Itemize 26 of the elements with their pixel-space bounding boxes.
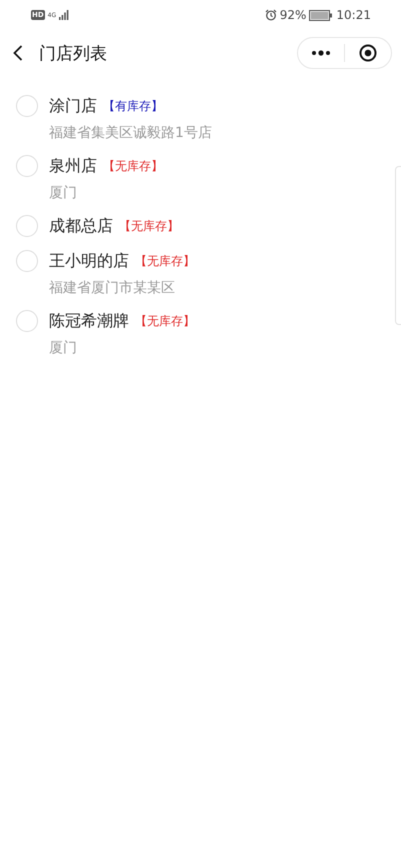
radio-button[interactable] <box>16 250 38 272</box>
stock-label: 【无库存】 <box>135 312 195 330</box>
radio-button[interactable] <box>16 310 38 332</box>
store-address: 福建省厦门市某某区 <box>49 279 176 297</box>
stock-label: 【无库存】 <box>103 158 163 174</box>
store-name: 王小明的店 <box>49 250 129 272</box>
stock-label: 【有库存】 <box>103 98 163 114</box>
store-name: 泉州店 <box>49 156 97 176</box>
stock-label: 【无库存】 <box>119 218 179 234</box>
radio-button[interactable] <box>16 215 38 237</box>
store-address: 厦门 <box>49 339 78 357</box>
store-name: 陈冠希潮牌 <box>49 310 129 332</box>
store-name: 涂门店 <box>49 96 97 116</box>
stock-label: 【无库存】 <box>135 252 195 270</box>
radio-button[interactable] <box>16 95 38 117</box>
back-icon[interactable] <box>13 45 23 61</box>
store-address: 福建省集美区诚毅路1号店 <box>49 124 212 142</box>
page-title: 门店列表 <box>39 42 108 64</box>
battery-percent: 92% <box>280 8 306 22</box>
radio-button[interactable] <box>16 155 38 177</box>
signal-icon <box>59 10 70 20</box>
store-address: 厦门 <box>49 184 78 202</box>
store-name: 成都总店 <box>49 216 113 236</box>
battery-icon <box>309 10 334 20</box>
alarm-icon <box>264 9 277 21</box>
clock: 10:21 <box>336 8 371 22</box>
